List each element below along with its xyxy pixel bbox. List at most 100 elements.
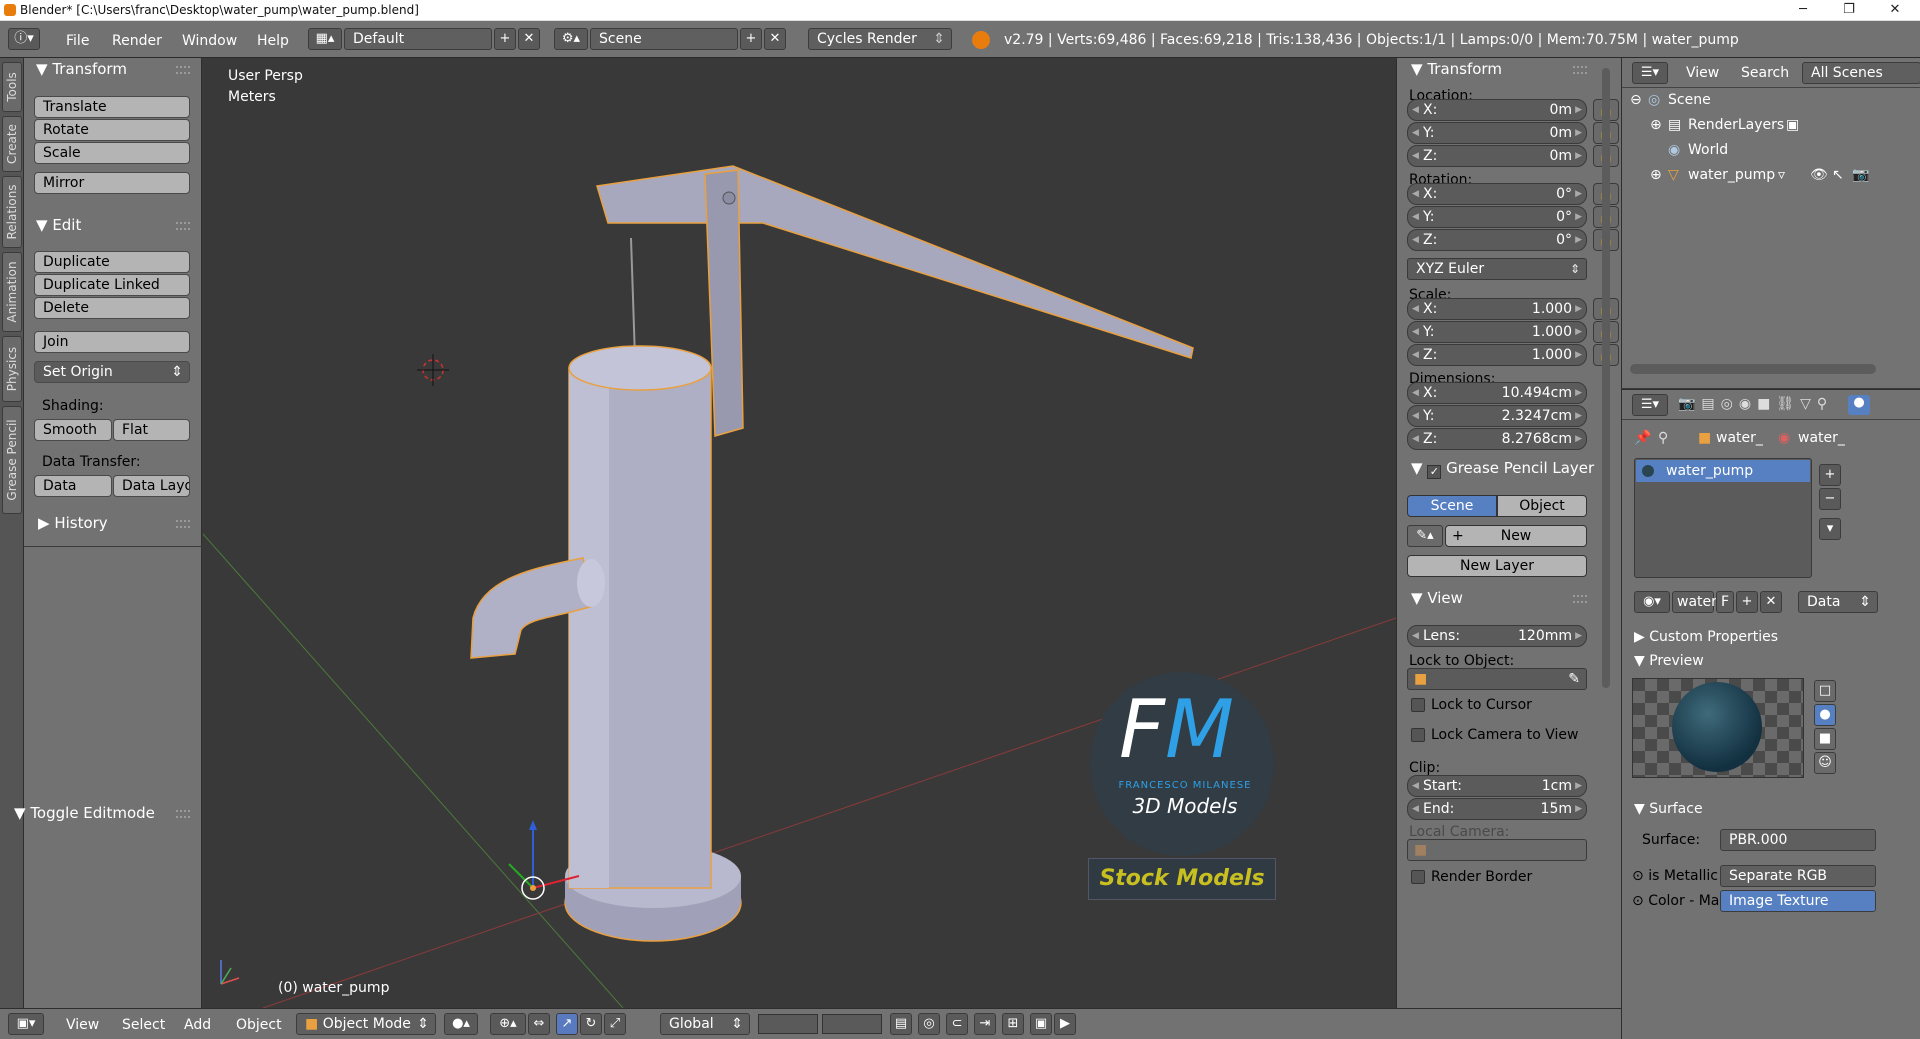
toggle-editmode-header[interactable]: ▼ Toggle Editmode — [14, 804, 155, 822]
scene-icon[interactable]: ⚙▴ — [554, 28, 588, 50]
dimension-y-field[interactable]: ◀ Y: 2.3247cm ▶ — [1407, 405, 1587, 427]
add-material-icon[interactable]: + — [1736, 591, 1758, 613]
preview-sphere-icon[interactable]: ● — [1814, 704, 1836, 726]
menu-render[interactable]: Render — [112, 33, 162, 49]
tab-material-icon[interactable]: ● — [1848, 395, 1870, 415]
delete-button[interactable]: Delete — [34, 297, 190, 319]
visibility-eye-icon[interactable]: 👁 — [1810, 167, 1828, 183]
outliner-scrollbar[interactable] — [1630, 364, 1876, 374]
rotate-button[interactable]: Rotate — [34, 119, 190, 141]
expand-icon[interactable]: ⊕ — [1650, 167, 1662, 183]
outliner-filter-dropdown[interactable]: All Scenes — [1802, 62, 1920, 84]
orientation-dropdown[interactable]: Global ⇕ — [660, 1013, 750, 1035]
rotation-y-field[interactable]: ◀ Y: 0° ▶ — [1407, 206, 1587, 228]
lens-field[interactable]: ◀ Lens: 120mm ▶ — [1407, 625, 1587, 647]
tab-create[interactable]: Create — [2, 116, 22, 172]
gp-pencil-icon[interactable]: ✎▴ — [1407, 525, 1443, 547]
pin-icon[interactable]: 📌 — [1634, 430, 1651, 446]
slot-menu-icon[interactable]: ▾ — [1819, 518, 1841, 540]
selectable-arrow-icon[interactable]: ↖ — [1832, 167, 1844, 183]
layers-grid-icon[interactable] — [758, 1014, 818, 1034]
tab-physics[interactable]: Physics — [2, 336, 22, 402]
manipulator-icon[interactable]: ⇔ — [528, 1013, 550, 1035]
editor-type-info-icon[interactable]: ⓘ▾ — [8, 28, 40, 50]
snap-icon[interactable]: ⊂ — [946, 1013, 968, 1035]
render-animation-icon[interactable]: ▶ — [1054, 1013, 1076, 1035]
outliner-row-water-pump[interactable]: ⊕ ▽ water_pump ▿ 👁 ↖ 📷 — [1622, 163, 1920, 188]
flat-button[interactable]: Flat — [113, 419, 190, 441]
duplicate-button[interactable]: Duplicate — [34, 251, 190, 273]
crumb-material[interactable]: water_ — [1798, 430, 1845, 446]
grease-pencil-header[interactable]: ▼ ✓ Grease Pencil Layer — [1411, 459, 1594, 479]
lock-camera-layers-icon[interactable]: ▤ — [890, 1013, 912, 1035]
menu-window[interactable]: Window — [182, 33, 237, 49]
menu-file[interactable]: File — [66, 33, 89, 49]
fake-user-toggle[interactable]: F — [1716, 591, 1734, 613]
rotation-x-field[interactable]: ◀ X: 0° ▶ — [1407, 183, 1587, 205]
npanel-scrollbar[interactable] — [1602, 68, 1610, 688]
location-x-field[interactable]: ◀ X: 0m ▶ — [1407, 99, 1587, 121]
renderable-camera-icon[interactable]: 📷 — [1852, 167, 1869, 183]
location-y-field[interactable]: ◀ Y: 0m ▶ — [1407, 122, 1587, 144]
rotation-z-field[interactable]: ◀ Z: 0° ▶ — [1407, 229, 1587, 251]
tab-relations[interactable]: Relations — [2, 176, 22, 248]
gp-checkbox[interactable]: ✓ — [1427, 465, 1442, 479]
gp-scene-tab[interactable]: Scene — [1407, 495, 1497, 517]
3d-viewport[interactable]: User Persp Meters (0) water_pump FM FRAN… — [203, 58, 1396, 1008]
gizmo-y-arrow-icon[interactable] — [508, 863, 534, 889]
join-button[interactable]: Join — [34, 331, 190, 353]
scale-x-field[interactable]: ◀ X: 1.000 ▶ — [1407, 298, 1587, 320]
rotation-mode-dropdown[interactable]: XYZ Euler ⇕ — [1407, 258, 1587, 280]
n-transform-header[interactable]: ▼ Transform — [1411, 60, 1502, 78]
location-z-field[interactable]: ◀ Z: 0m ▶ — [1407, 145, 1587, 167]
translate-button[interactable]: Translate — [34, 96, 190, 118]
preview-monkey-icon[interactable]: ☺ — [1814, 752, 1836, 774]
panel-grip-icon[interactable] — [1573, 595, 1587, 603]
render-opengl-icon[interactable]: ▣ — [1030, 1013, 1052, 1035]
set-origin-dropdown[interactable]: Set Origin ⇕ — [34, 361, 190, 383]
scale-z-field[interactable]: ◀ Z: 1.000 ▶ — [1407, 344, 1587, 366]
expand-icon[interactable]: ⊕ — [1650, 117, 1662, 133]
panel-grip-icon[interactable] — [176, 66, 190, 74]
outliner-row-scene[interactable]: ⊖ ◎ Scene — [1622, 88, 1920, 113]
scene-field[interactable]: Scene — [590, 28, 738, 50]
outliner-view-menu[interactable]: View — [1686, 65, 1719, 81]
history-panel-header[interactable]: ▶ History — [38, 514, 108, 532]
proportional-edit-icon[interactable]: ◎ — [918, 1013, 940, 1035]
add-scene-icon[interactable]: + — [740, 28, 762, 50]
properties-context-tabs[interactable]: 📷▤◎◉■⛓▽⚲ — [1678, 396, 1833, 412]
outliner-editor-icon[interactable]: ☰▾ — [1632, 62, 1668, 84]
rotate-manipulator-icon[interactable]: ↻ — [580, 1013, 602, 1035]
preview-flat-icon[interactable]: □ — [1814, 680, 1836, 702]
menu-select[interactable]: Select — [122, 1017, 165, 1033]
duplicate-linked-button[interactable]: Duplicate Linked — [34, 274, 190, 296]
menu-help[interactable]: Help — [257, 33, 289, 49]
mode-dropdown[interactable]: ■ Object Mode ⇕ — [296, 1013, 436, 1035]
surface-header[interactable]: ▼ Surface — [1634, 801, 1703, 817]
dimension-x-field[interactable]: ◀ X: 10.494cm ▶ — [1407, 382, 1587, 404]
scale-button[interactable]: Scale — [34, 142, 190, 164]
add-slot-icon[interactable]: + — [1819, 464, 1841, 486]
render-border-checkbox[interactable] — [1411, 870, 1425, 884]
layers-grid-icon[interactable] — [822, 1014, 882, 1034]
render-engine-dropdown[interactable]: Cycles Render ⇕ — [808, 28, 952, 50]
minimize-button[interactable]: ─ — [1780, 0, 1826, 21]
panel-grip-icon[interactable] — [176, 222, 190, 230]
tab-tools[interactable]: Tools — [2, 62, 22, 112]
snap-target-icon[interactable]: ⊞ — [1002, 1013, 1024, 1035]
color-input-field[interactable]: Image Texture — [1720, 890, 1876, 912]
outliner-search-menu[interactable]: Search — [1741, 65, 1789, 81]
translate-manipulator-icon[interactable]: ↗ — [556, 1013, 578, 1035]
mirror-button[interactable]: Mirror — [34, 172, 190, 194]
view-panel-header[interactable]: ▼ View — [1411, 589, 1463, 607]
local-camera-field[interactable]: ■ — [1407, 839, 1587, 861]
clip-end-field[interactable]: ◀ End: 15m ▶ — [1407, 798, 1587, 820]
tab-animation[interactable]: Animation — [2, 252, 22, 332]
scale-manipulator-icon[interactable]: ⤢ — [604, 1013, 626, 1035]
surface-shader-field[interactable]: PBR.000 — [1720, 829, 1876, 851]
screen-layout-icon[interactable]: ▦▴ — [308, 28, 342, 50]
viewport-shading-icon[interactable]: ●▴ — [444, 1013, 478, 1035]
tab-grease-pencil[interactable]: Grease Pencil — [2, 406, 22, 514]
editor-type-3dview-icon[interactable]: ▣▾ — [8, 1013, 44, 1035]
edit-panel-header[interactable]: ▼ Edit — [36, 216, 81, 234]
